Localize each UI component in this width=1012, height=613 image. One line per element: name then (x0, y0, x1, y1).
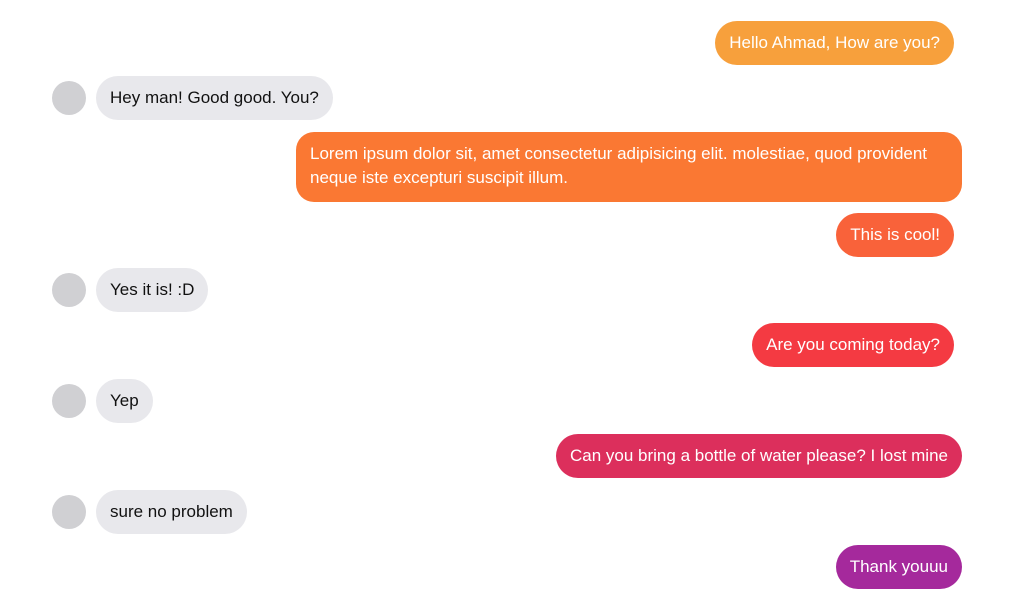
message-row: Are you coming today? (0, 323, 1012, 367)
message-row: Lorem ipsum dolor sit, amet consectetur … (0, 132, 1012, 202)
message-row: Yes it is! :D (0, 268, 1012, 312)
incoming-message-bubble[interactable]: Hey man! Good good. You? (96, 76, 333, 120)
message-row: Can you bring a bottle of water please? … (0, 434, 1012, 478)
outgoing-message-bubble[interactable]: Thank youuu (835, 545, 962, 589)
avatar-placeholder-icon[interactable] (52, 81, 86, 115)
message-row: Hello Ahmad, How are you? (0, 21, 1012, 65)
avatar-placeholder-icon[interactable] (52, 495, 86, 529)
chat-window: Hello Ahmad, How are you? Hey man! Good … (0, 0, 1012, 613)
message-row: This is cool! (0, 213, 1012, 257)
incoming-message-bubble[interactable]: Yes it is! :D (96, 268, 209, 312)
avatar-placeholder-icon[interactable] (52, 384, 86, 418)
outgoing-message-bubble[interactable]: Hello Ahmad, How are you? (715, 21, 954, 65)
outgoing-message-bubble[interactable]: This is cool! (836, 213, 954, 257)
avatar-placeholder-icon[interactable] (52, 273, 86, 307)
incoming-message-bubble[interactable]: Yep (96, 379, 153, 423)
outgoing-message-bubble[interactable]: Lorem ipsum dolor sit, amet consectetur … (296, 132, 962, 202)
outgoing-message-bubble[interactable]: Are you coming today? (752, 323, 954, 367)
message-row: sure no problem (0, 490, 1012, 534)
message-row: Hey man! Good good. You? (0, 76, 1012, 120)
outgoing-message-bubble[interactable]: Can you bring a bottle of water please? … (556, 434, 962, 478)
message-row: Yep (0, 379, 1012, 423)
incoming-message-bubble[interactable]: sure no problem (96, 490, 247, 534)
message-row: Thank youuu (0, 545, 1012, 589)
